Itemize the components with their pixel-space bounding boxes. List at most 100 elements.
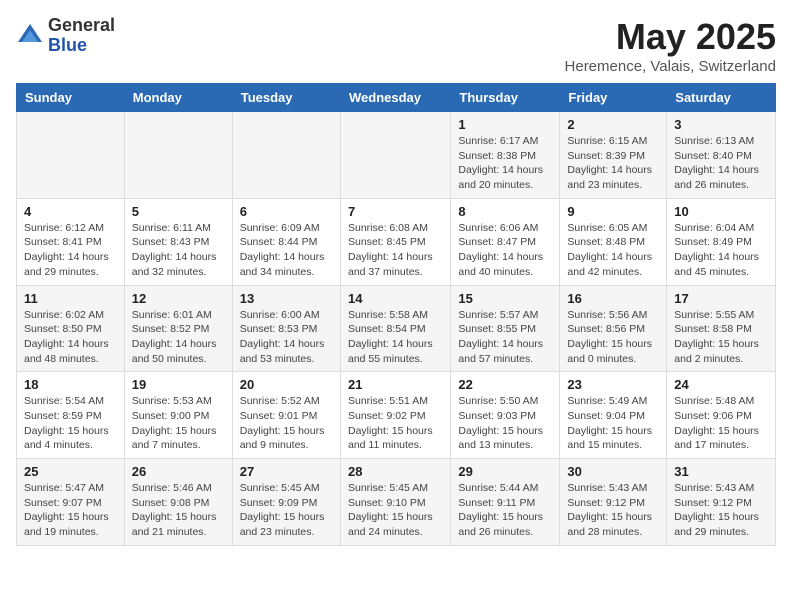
day-info: Sunrise: 6:17 AM Sunset: 8:38 PM Dayligh… — [458, 134, 552, 193]
calendar-cell: 6 Sunrise: 6:09 AM Sunset: 8:44 PM Daylig… — [232, 198, 340, 285]
calendar-cell: 12Sunrise: 6:01 AM Sunset: 8:52 PM Dayli… — [124, 285, 232, 372]
calendar-cell: 29Sunrise: 5:44 AM Sunset: 9:11 PM Dayli… — [451, 459, 560, 546]
day-info: Sunrise: 5:53 AM Sunset: 9:00 PM Dayligh… — [132, 394, 225, 453]
day-number: 19 — [132, 377, 225, 392]
day-number: 21 — [348, 377, 443, 392]
day-info: Sunrise: 5:52 AM Sunset: 9:01 PM Dayligh… — [240, 394, 333, 453]
day-number: 15 — [458, 291, 552, 306]
day-number: 25 — [24, 464, 117, 479]
logo-text: General Blue — [48, 16, 115, 56]
calendar-header: Sunday Monday Tuesday Wednesday Thursday… — [17, 84, 776, 112]
col-wednesday: Wednesday — [340, 84, 450, 112]
day-number: 18 — [24, 377, 117, 392]
day-info: Sunrise: 6:06 AM Sunset: 8:47 PM Dayligh… — [458, 221, 552, 280]
location-text: Heremence, Valais, Switzerland — [565, 58, 776, 75]
day-info: Sunrise: 5:48 AM Sunset: 9:06 PM Dayligh… — [674, 394, 768, 453]
calendar-cell — [124, 112, 232, 199]
calendar-cell: 5 Sunrise: 6:11 AM Sunset: 8:43 PM Daylig… — [124, 198, 232, 285]
month-title: May 2025 — [565, 16, 776, 58]
calendar-cell: 20 Sunrise: 5:52 AM Sunset: 9:01 PM Dayli… — [232, 372, 340, 459]
calendar-cell: 19 Sunrise: 5:53 AM Sunset: 9:00 PM Dayli… — [124, 372, 232, 459]
col-sunday: Sunday — [17, 84, 125, 112]
calendar-cell: 15Sunrise: 5:57 AM Sunset: 8:55 PM Dayli… — [451, 285, 560, 372]
day-number: 17 — [674, 291, 768, 306]
col-tuesday: Tuesday — [232, 84, 340, 112]
calendar-cell: 4 Sunrise: 6:12 AM Sunset: 8:41 PM Daylig… — [17, 198, 125, 285]
day-number: 23 — [567, 377, 659, 392]
calendar-week-4: 18 Sunrise: 5:54 AM Sunset: 8:59 PM Dayli… — [17, 372, 776, 459]
day-info: Sunrise: 5:51 AM Sunset: 9:02 PM Dayligh… — [348, 394, 443, 453]
calendar-cell: 22 Sunrise: 5:50 AM Sunset: 9:03 PM Dayli… — [451, 372, 560, 459]
day-number: 5 — [132, 204, 225, 219]
calendar-cell: 24 Sunrise: 5:48 AM Sunset: 9:06 PM Dayli… — [667, 372, 776, 459]
calendar-cell: 23 Sunrise: 5:49 AM Sunset: 9:04 PM Dayli… — [560, 372, 667, 459]
logo-blue-text: Blue — [48, 36, 115, 56]
day-number: 30 — [567, 464, 659, 479]
calendar-week-3: 11Sunrise: 6:02 AM Sunset: 8:50 PM Dayli… — [17, 285, 776, 372]
day-info: Sunrise: 5:55 AM Sunset: 8:58 PM Dayligh… — [674, 308, 768, 367]
logo-icon — [16, 22, 44, 50]
day-number: 14 — [348, 291, 443, 306]
calendar-body: 1 Sunrise: 6:17 AM Sunset: 8:38 PM Daylig… — [17, 112, 776, 546]
day-info: Sunrise: 6:13 AM Sunset: 8:40 PM Dayligh… — [674, 134, 768, 193]
day-number: 20 — [240, 377, 333, 392]
day-info: Sunrise: 6:11 AM Sunset: 8:43 PM Dayligh… — [132, 221, 225, 280]
day-number: 4 — [24, 204, 117, 219]
header-row: Sunday Monday Tuesday Wednesday Thursday… — [17, 84, 776, 112]
day-info: Sunrise: 6:00 AM Sunset: 8:53 PM Dayligh… — [240, 308, 333, 367]
day-number: 8 — [458, 204, 552, 219]
calendar-cell: 2Sunrise: 6:15 AM Sunset: 8:39 PM Daylig… — [560, 112, 667, 199]
day-number: 3 — [674, 117, 768, 132]
day-number: 22 — [458, 377, 552, 392]
day-info: Sunrise: 6:04 AM Sunset: 8:49 PM Dayligh… — [674, 221, 768, 280]
day-info: Sunrise: 5:56 AM Sunset: 8:56 PM Dayligh… — [567, 308, 659, 367]
col-saturday: Saturday — [667, 84, 776, 112]
day-info: Sunrise: 5:54 AM Sunset: 8:59 PM Dayligh… — [24, 394, 117, 453]
calendar-cell: 21 Sunrise: 5:51 AM Sunset: 9:02 PM Dayli… — [340, 372, 450, 459]
logo-general-text: General — [48, 16, 115, 36]
calendar-cell: 31Sunrise: 5:43 AM Sunset: 9:12 PM Dayli… — [667, 459, 776, 546]
day-number: 7 — [348, 204, 443, 219]
day-info: Sunrise: 6:15 AM Sunset: 8:39 PM Dayligh… — [567, 134, 659, 193]
day-info: Sunrise: 6:12 AM Sunset: 8:41 PM Dayligh… — [24, 221, 117, 280]
calendar-week-5: 25 Sunrise: 5:47 AM Sunset: 9:07 PM Dayli… — [17, 459, 776, 546]
day-info: Sunrise: 5:49 AM Sunset: 9:04 PM Dayligh… — [567, 394, 659, 453]
day-number: 26 — [132, 464, 225, 479]
calendar-table: Sunday Monday Tuesday Wednesday Thursday… — [16, 83, 776, 546]
page-header: General Blue May 2025 Heremence, Valais,… — [16, 16, 776, 75]
calendar-cell: 8 Sunrise: 6:06 AM Sunset: 8:47 PM Daylig… — [451, 198, 560, 285]
calendar-cell — [17, 112, 125, 199]
day-info: Sunrise: 5:43 AM Sunset: 9:12 PM Dayligh… — [674, 481, 768, 540]
day-info: Sunrise: 6:01 AM Sunset: 8:52 PM Dayligh… — [132, 308, 225, 367]
calendar-cell: 1 Sunrise: 6:17 AM Sunset: 8:38 PM Daylig… — [451, 112, 560, 199]
calendar-cell: 7Sunrise: 6:08 AM Sunset: 8:45 PM Daylig… — [340, 198, 450, 285]
day-info: Sunrise: 5:47 AM Sunset: 9:07 PM Dayligh… — [24, 481, 117, 540]
day-info: Sunrise: 5:50 AM Sunset: 9:03 PM Dayligh… — [458, 394, 552, 453]
logo: General Blue — [16, 16, 115, 56]
day-number: 27 — [240, 464, 333, 479]
calendar-cell: 14Sunrise: 5:58 AM Sunset: 8:54 PM Dayli… — [340, 285, 450, 372]
calendar-cell: 18 Sunrise: 5:54 AM Sunset: 8:59 PM Dayli… — [17, 372, 125, 459]
day-number: 29 — [458, 464, 552, 479]
day-number: 28 — [348, 464, 443, 479]
calendar-cell: 25 Sunrise: 5:47 AM Sunset: 9:07 PM Dayli… — [17, 459, 125, 546]
day-info: Sunrise: 5:45 AM Sunset: 9:09 PM Dayligh… — [240, 481, 333, 540]
calendar-cell: 11Sunrise: 6:02 AM Sunset: 8:50 PM Dayli… — [17, 285, 125, 372]
calendar-week-1: 1 Sunrise: 6:17 AM Sunset: 8:38 PM Daylig… — [17, 112, 776, 199]
day-info: Sunrise: 6:09 AM Sunset: 8:44 PM Dayligh… — [240, 221, 333, 280]
calendar-cell: 27 Sunrise: 5:45 AM Sunset: 9:09 PM Dayli… — [232, 459, 340, 546]
col-monday: Monday — [124, 84, 232, 112]
title-area: May 2025 Heremence, Valais, Switzerland — [565, 16, 776, 75]
day-number: 24 — [674, 377, 768, 392]
calendar-cell: 10Sunrise: 6:04 AM Sunset: 8:49 PM Dayli… — [667, 198, 776, 285]
day-number: 9 — [567, 204, 659, 219]
day-info: Sunrise: 5:46 AM Sunset: 9:08 PM Dayligh… — [132, 481, 225, 540]
day-number: 1 — [458, 117, 552, 132]
calendar-cell: 16 Sunrise: 5:56 AM Sunset: 8:56 PM Dayli… — [560, 285, 667, 372]
calendar-cell: 13Sunrise: 6:00 AM Sunset: 8:53 PM Dayli… — [232, 285, 340, 372]
col-thursday: Thursday — [451, 84, 560, 112]
day-number: 16 — [567, 291, 659, 306]
day-info: Sunrise: 5:45 AM Sunset: 9:10 PM Dayligh… — [348, 481, 443, 540]
calendar-cell: 17 Sunrise: 5:55 AM Sunset: 8:58 PM Dayli… — [667, 285, 776, 372]
day-number: 6 — [240, 204, 333, 219]
